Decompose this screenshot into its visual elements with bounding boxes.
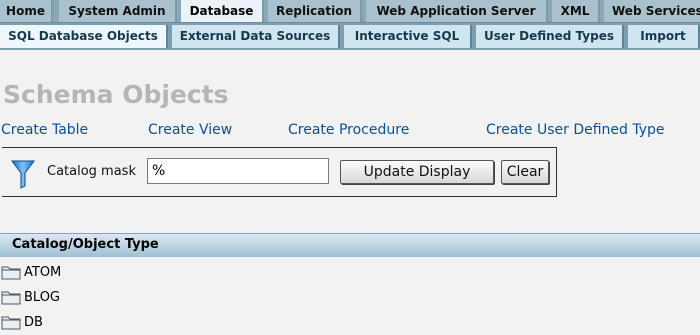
tab-web-services[interactable]: Web Services bbox=[604, 0, 700, 22]
clear-button[interactable]: Clear bbox=[501, 160, 549, 184]
tab-database[interactable]: Database bbox=[181, 0, 264, 22]
create-procedure-link[interactable]: Create Procedure bbox=[288, 122, 409, 138]
funnel-icon bbox=[11, 160, 35, 189]
create-table-link[interactable]: Create Table bbox=[1, 122, 88, 138]
tab-home[interactable]: Home bbox=[0, 0, 53, 22]
row-label: ATOM bbox=[24, 265, 62, 280]
create-view-link[interactable]: Create View bbox=[148, 122, 232, 138]
catalog-mask-input[interactable] bbox=[147, 158, 329, 184]
tab-web-application-server[interactable]: Web Application Server bbox=[366, 0, 548, 22]
tab-xml[interactable]: XML bbox=[552, 0, 600, 22]
folder-icon bbox=[1, 291, 21, 305]
row-label: BLOG bbox=[24, 290, 61, 305]
subtab-import[interactable]: Import bbox=[628, 25, 700, 48]
tab-system-admin[interactable]: System Admin bbox=[59, 0, 177, 22]
table-row[interactable]: DB bbox=[0, 312, 300, 334]
subtab-interactive-sql[interactable]: Interactive SQL bbox=[344, 25, 472, 48]
table-row[interactable]: BLOG bbox=[0, 287, 300, 309]
main-tab-bar: Home System Admin Database Replication W… bbox=[0, 0, 700, 23]
catalog-filter-panel: Catalog mask Update Display Clear bbox=[2, 147, 557, 197]
subtab-external-data-sources[interactable]: External Data Sources bbox=[172, 25, 340, 48]
page-title: Schema Objects bbox=[3, 80, 229, 109]
table-header: Catalog/Object Type bbox=[0, 233, 700, 257]
catalog-object-type-header[interactable]: Catalog/Object Type bbox=[12, 237, 159, 252]
folder-icon bbox=[1, 266, 21, 280]
row-label: DB bbox=[24, 315, 43, 330]
update-display-button[interactable]: Update Display bbox=[340, 160, 494, 184]
catalog-mask-label: Catalog mask bbox=[47, 164, 136, 179]
folder-icon bbox=[1, 316, 21, 330]
subtab-user-defined-types[interactable]: User Defined Types bbox=[476, 25, 624, 48]
subtab-sql-database-objects[interactable]: SQL Database Objects bbox=[0, 25, 168, 48]
table-row[interactable]: ATOM bbox=[0, 262, 300, 284]
sub-tab-bar: SQL Database Objects External Data Sourc… bbox=[0, 23, 700, 50]
tab-replication[interactable]: Replication bbox=[268, 0, 362, 22]
create-user-defined-type-link[interactable]: Create User Defined Type bbox=[486, 122, 665, 138]
